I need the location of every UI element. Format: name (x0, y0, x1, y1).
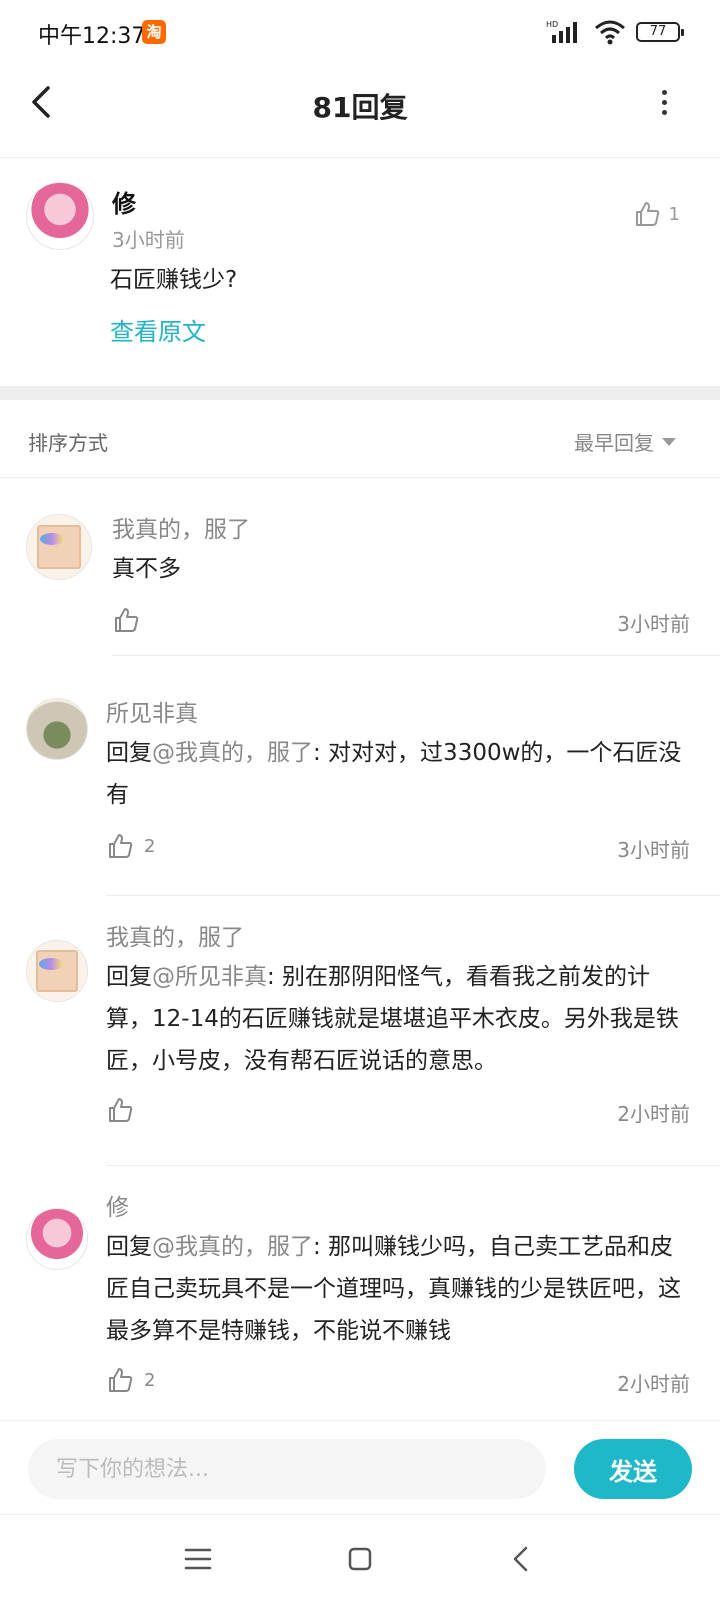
avatar[interactable] (26, 940, 88, 1002)
reply-body: 真不多 (112, 556, 181, 582)
status-icons: HD 77 (546, 18, 684, 46)
reply-timestamp: 3小时前 (617, 612, 690, 636)
more-options-icon[interactable] (652, 86, 676, 120)
sort-selected-value: 最早回复 (574, 431, 654, 455)
reply-timestamp: 2小时前 (617, 1102, 690, 1126)
status-time: 中午12:37 (38, 24, 146, 49)
cellular-signal-icon: HD (546, 20, 577, 43)
thumbs-up-icon (109, 834, 133, 858)
thumbs-up-icon (115, 608, 139, 632)
avatar[interactable] (26, 182, 94, 250)
section-divider (0, 386, 720, 400)
thumbs-up-icon (635, 202, 659, 226)
comment-composer: 发送 (0, 1420, 720, 1514)
post-timestamp: 3小时前 (112, 228, 185, 252)
reply-author-name[interactable]: 所见非真 (106, 694, 198, 728)
reply-mention[interactable]: @我真的，服了 (152, 740, 313, 766)
reply-prefix: 回复 (106, 964, 152, 990)
avatar[interactable] (26, 514, 92, 580)
reply-prefix: 回复 (106, 1234, 152, 1260)
send-button[interactable]: 发送 (574, 1439, 692, 1499)
reply-item: 修 回复@我真的，服了: 那叫赚钱少吗，自己卖工艺品和皮匠自己卖玩具不是一个道理… (0, 1166, 720, 1420)
top-app-bar: 81回复 (0, 64, 720, 158)
wifi-icon (595, 20, 625, 45)
reply-author-name[interactable]: 我真的，服了 (106, 918, 244, 952)
more-dot (662, 100, 667, 105)
reply-mention[interactable]: @我真的，服了 (152, 1234, 313, 1260)
like-button[interactable] (106, 1096, 144, 1124)
svg-text:HD: HD (546, 20, 558, 29)
reply-item: 我真的，服了 真不多 3小时前 (0, 478, 720, 656)
view-original-link[interactable]: 查看原文 (110, 312, 206, 347)
like-button[interactable] (112, 606, 150, 634)
avatar-art (39, 958, 63, 970)
avatar[interactable] (26, 1208, 88, 1270)
post-author-name[interactable]: 修 (112, 184, 136, 219)
reply-timestamp: 2小时前 (617, 1372, 690, 1396)
like-button[interactable]: 2 (106, 832, 155, 860)
reply-item: 我真的，服了 回复@所见非真: 别在那阴阳怪气，看看我之前发的计算，12-14的… (0, 896, 720, 1166)
reply-content: 回复@我真的，服了: 那叫赚钱少吗，自己卖工艺品和皮匠自己卖玩具不是一个道理吗，… (106, 1226, 686, 1352)
like-button[interactable]: 1 (633, 200, 680, 228)
menu-icon[interactable] (178, 1539, 218, 1579)
sort-dropdown[interactable]: 最早回复 (574, 427, 676, 456)
reply-content: 回复@我真的，服了: 对对对，过3300w的，一个石匠没有 (106, 732, 686, 816)
system-navigation-bar (0, 1514, 720, 1600)
reply-thread-screen: 中午12:37 淘 HD 77 81回复 修 3小时前 石匠赚钱少? 查看原文 … (0, 0, 720, 1600)
post-content: 石匠赚钱少? (110, 267, 238, 293)
avatar[interactable] (26, 698, 88, 760)
back-icon[interactable] (502, 1539, 542, 1579)
reply-author-name[interactable]: 修 (106, 1188, 129, 1222)
caret-down-icon (662, 437, 676, 446)
status-bar: 中午12:37 淘 HD 77 (0, 0, 720, 64)
taobao-app-icon: 淘 (142, 20, 166, 44)
battery-icon: 77 (636, 22, 684, 42)
home-icon[interactable] (340, 1539, 380, 1579)
more-dot (662, 90, 667, 95)
avatar-art (36, 950, 78, 992)
thumbs-up-icon (109, 1098, 133, 1122)
like-count: 1 (668, 203, 680, 225)
avatar-art (37, 525, 81, 569)
thumbs-up-icon (109, 1368, 133, 1392)
reply-content: 回复@所见非真: 别在那阴阳怪气，看看我之前发的计算，12-14的石匠赚钱就是堪… (106, 956, 686, 1082)
sort-label: 排序方式 (28, 431, 108, 455)
reply-mention[interactable]: @所见非真 (152, 964, 267, 990)
like-button[interactable]: 2 (106, 1366, 155, 1394)
reply-prefix: 回复 (106, 740, 152, 766)
like-count: 2 (144, 1369, 156, 1391)
sort-bar: 排序方式 最早回复 (0, 400, 720, 478)
avatar-art (40, 533, 64, 545)
reply-timestamp: 3小时前 (617, 838, 690, 862)
page-title: 81回复 (312, 91, 408, 124)
reply-item: 所见非真 回复@我真的，服了: 对对对，过3300w的，一个石匠没有 2 3小时… (0, 656, 720, 896)
reply-content: 真不多 (112, 548, 692, 590)
original-comment: 修 3小时前 石匠赚钱少? 查看原文 1 (0, 158, 720, 386)
like-count: 2 (144, 835, 156, 857)
more-dot (662, 110, 667, 115)
comment-input[interactable] (28, 1439, 546, 1499)
reply-author-name[interactable]: 我真的，服了 (112, 510, 250, 544)
